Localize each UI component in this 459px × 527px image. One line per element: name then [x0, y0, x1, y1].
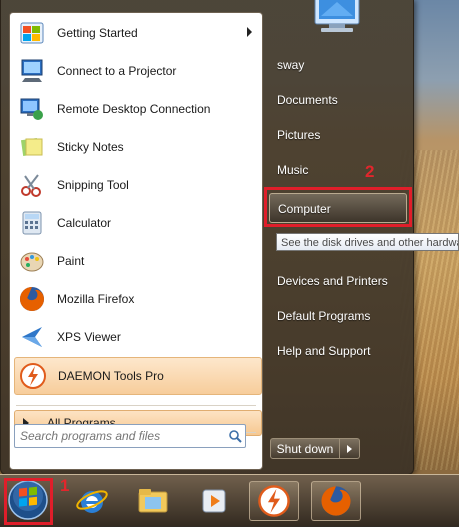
- computer-tooltip: See the disk drives and other hardware: [276, 233, 459, 251]
- start-button-highlight-box: [4, 478, 53, 525]
- program-getting-started[interactable]: Getting Started: [14, 15, 260, 51]
- program-label: Sticky Notes: [57, 140, 124, 154]
- program-snipping-tool[interactable]: Snipping Tool: [14, 167, 260, 203]
- getting-started-icon: [17, 18, 47, 48]
- program-xps-viewer[interactable]: XPS Viewer: [14, 319, 260, 355]
- programs-pane: Getting Started Connect to a Projector R…: [9, 12, 263, 470]
- search-icon[interactable]: [225, 426, 245, 446]
- internet-explorer-icon: [76, 490, 108, 513]
- program-label: Paint: [57, 254, 85, 268]
- shutdown-options-button[interactable]: [340, 438, 360, 459]
- shutdown-control: Shut down: [270, 438, 364, 459]
- firefox-icon: [17, 284, 47, 314]
- program-daemon-tools[interactable]: DAEMON Tools Pro: [14, 357, 262, 395]
- right-item-documents[interactable]: Documents: [269, 85, 407, 115]
- right-item-help-support[interactable]: Help and Support: [269, 336, 407, 366]
- computer-highlight-box: [264, 187, 412, 227]
- program-label: Snipping Tool: [57, 178, 129, 192]
- windows-explorer-icon: [138, 489, 168, 513]
- taskbar-windows-explorer[interactable]: [128, 481, 178, 521]
- program-label: Mozilla Firefox: [57, 292, 135, 306]
- firefox-icon: [321, 486, 351, 516]
- program-label: Getting Started: [57, 26, 138, 40]
- right-item-music[interactable]: Music: [269, 155, 407, 185]
- taskbar-daemon-tools[interactable]: [249, 481, 299, 521]
- program-label: DAEMON Tools Pro: [58, 369, 164, 383]
- shutdown-button[interactable]: Shut down: [270, 438, 340, 459]
- right-item-devices-printers[interactable]: Devices and Printers: [269, 266, 407, 296]
- search-field[interactable]: [14, 424, 246, 448]
- scissors-icon: [17, 170, 47, 200]
- step-marker-2: 2: [365, 162, 375, 181]
- search-input[interactable]: [15, 428, 225, 444]
- submenu-arrow-icon[interactable]: [247, 27, 252, 37]
- daemon-tools-icon: [18, 361, 48, 391]
- right-item-user[interactable]: sway: [269, 50, 407, 80]
- taskbar-media-player[interactable]: [189, 481, 239, 521]
- taskbar-firefox[interactable]: [311, 481, 361, 521]
- projector-icon: [17, 56, 47, 86]
- arrow-right-icon: [347, 444, 352, 453]
- taskbar-internet-explorer[interactable]: [67, 481, 117, 521]
- media-player-icon: [202, 489, 226, 513]
- program-calculator[interactable]: Calculator: [14, 205, 260, 241]
- program-firefox[interactable]: Mozilla Firefox: [14, 281, 260, 317]
- xps-viewer-icon: [17, 322, 47, 352]
- step-marker-1: 1: [60, 476, 70, 495]
- paint-palette-icon: [17, 246, 47, 276]
- program-connect-projector[interactable]: Connect to a Projector: [14, 53, 260, 89]
- program-label: Remote Desktop Connection: [57, 102, 211, 116]
- program-label: Calculator: [57, 216, 112, 230]
- program-label: Connect to a Projector: [57, 64, 177, 78]
- right-item-pictures[interactable]: Pictures: [269, 120, 407, 150]
- calculator-icon: [17, 208, 47, 238]
- daemon-tools-icon: [258, 485, 290, 517]
- program-paint[interactable]: Paint: [14, 243, 260, 279]
- remote-desktop-icon: [17, 94, 47, 124]
- sticky-notes-icon: [17, 132, 47, 162]
- right-item-default-programs[interactable]: Default Programs: [269, 301, 407, 331]
- computer-icon: [314, 0, 360, 32]
- program-remote-desktop[interactable]: Remote Desktop Connection: [14, 91, 260, 127]
- program-sticky-notes[interactable]: Sticky Notes: [14, 129, 260, 165]
- program-label: XPS Viewer: [57, 330, 121, 344]
- divider: [16, 405, 256, 406]
